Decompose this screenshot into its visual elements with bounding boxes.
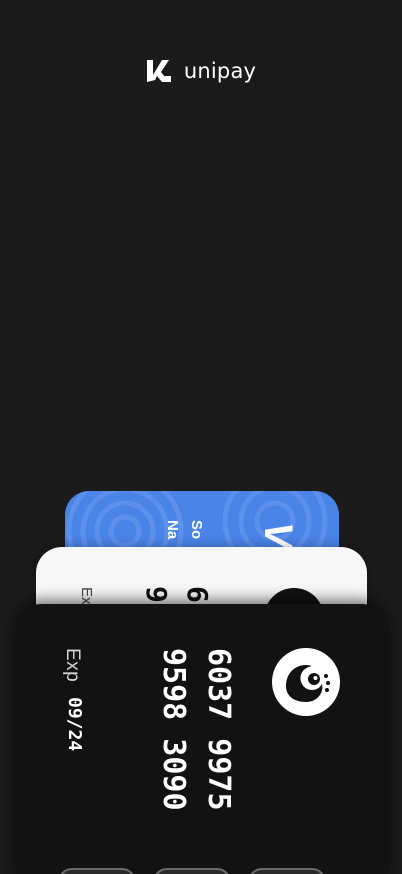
black-card-number-line-2: 9598 3090 <box>156 648 191 811</box>
unipay-logo-icon <box>146 60 171 82</box>
blue-card-brand: V <box>256 522 300 549</box>
card-action-chip-3[interactable] <box>248 868 326 874</box>
peacock-logo-icon <box>272 648 340 716</box>
blue-card-holder-line-2: Na <box>164 520 181 540</box>
white-card-exp-label: Ex <box>78 587 95 605</box>
card-action-chip-2[interactable] <box>153 868 231 874</box>
brand-header: unipay <box>0 56 402 86</box>
black-card-number-line-1: 6037 9975 <box>201 648 236 811</box>
white-card-number-line-1: 6 <box>181 586 214 603</box>
card-action-chip-1[interactable] <box>58 868 136 874</box>
blue-card-holder-line-1: So <box>188 520 205 540</box>
wallet-screen: unipay V So Na 6 9 Ex 6037 9975 9598 309… <box>0 0 402 874</box>
brand-name: unipay <box>183 59 257 83</box>
black-card-exp-label: Exp <box>62 648 83 683</box>
black-card-exp-value: 09/24 <box>64 697 85 752</box>
white-card-number-line-2: 9 <box>140 586 173 603</box>
